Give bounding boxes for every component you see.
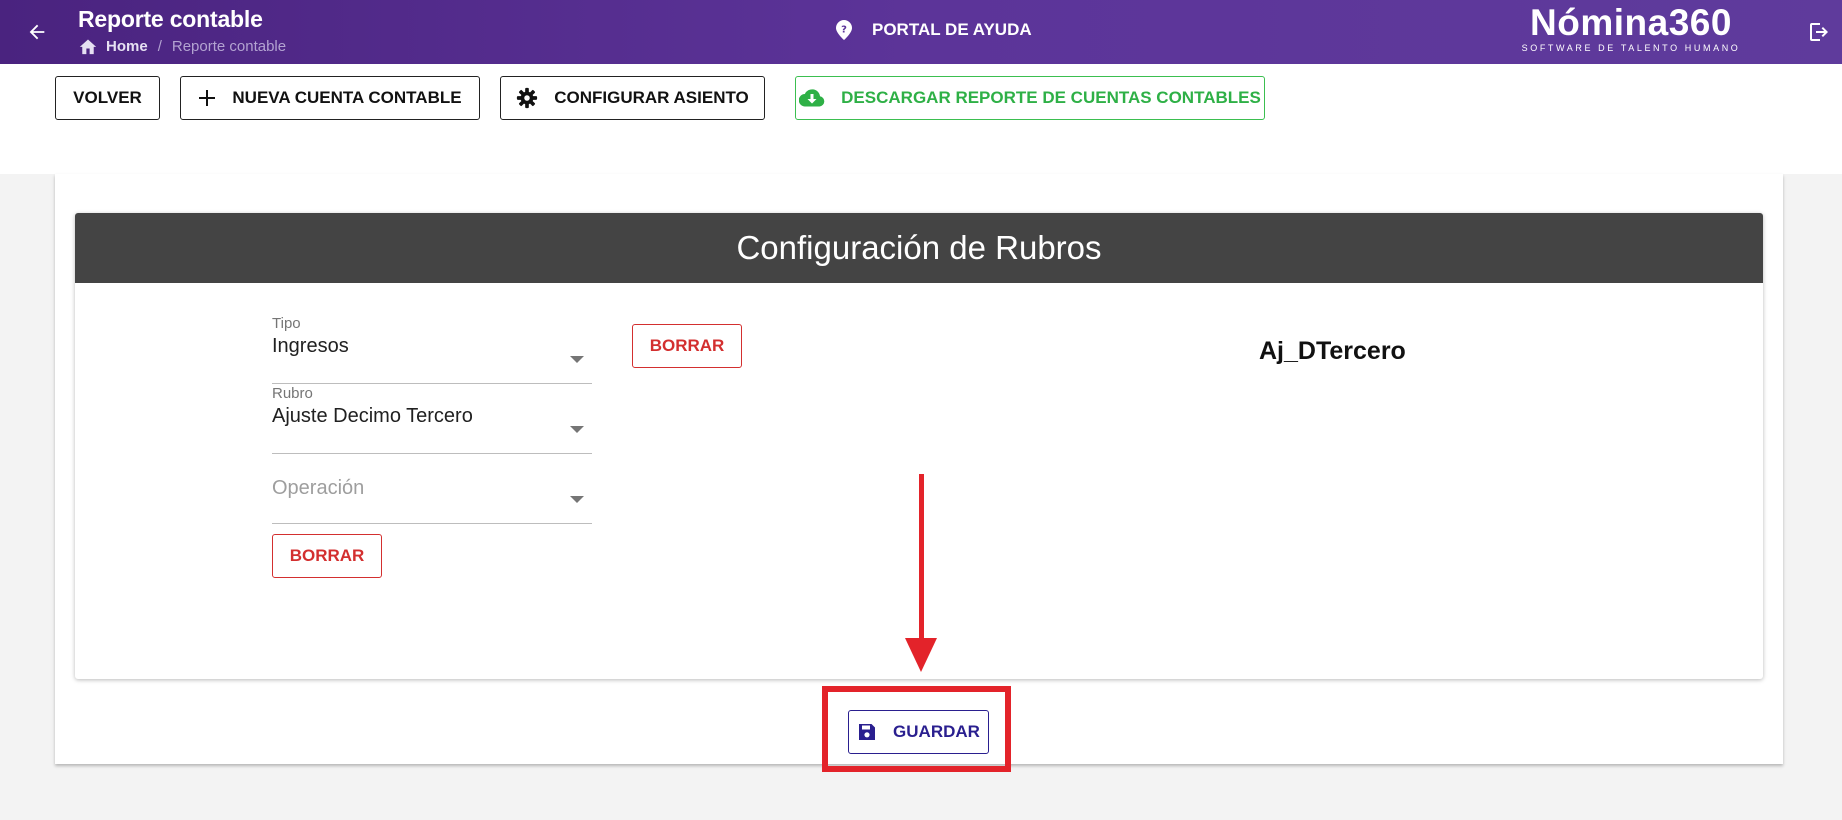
download-report-button[interactable]: DESCARGAR REPORTE DE CUENTAS CONTABLES <box>795 76 1265 120</box>
breadcrumb-current: Reporte contable <box>171 37 287 55</box>
operacion-placeholder: Operación <box>272 477 365 499</box>
action-toolbar: VOLVER NUEVA CUENTA CONTABLE CONFIGURAR … <box>0 64 1842 174</box>
help-portal-label: PORTAL DE AYUDA <box>872 20 1032 39</box>
new-account-button[interactable]: NUEVA CUENTA CONTABLE <box>180 76 480 120</box>
section-heading: Configuración de Rubros <box>75 213 1763 283</box>
delete-tipo-button[interactable]: BORRAR <box>632 324 742 368</box>
breadcrumb: Home / Reporte contable <box>78 37 286 55</box>
delete-operacion-label: BORRAR <box>289 546 365 565</box>
breadcrumb-home[interactable]: Home <box>78 37 148 55</box>
title-block: Reporte contable Home / Reporte contable <box>78 6 286 55</box>
delete-tipo-label: BORRAR <box>649 336 725 355</box>
tipo-value: Ingresos <box>272 335 349 357</box>
save-label: GUARDAR <box>893 722 980 741</box>
chevron-down-icon <box>570 356 584 363</box>
annotation-arrow-shaft <box>919 474 924 638</box>
back-button[interactable] <box>22 17 52 47</box>
plus-icon <box>199 90 216 106</box>
brand-logo: Nómina360 SOFTWARE DE TALENTO HUMANO <box>1516 2 1746 53</box>
rubro-select[interactable]: Rubro Ajuste Decimo Tercero <box>272 385 592 454</box>
home-icon <box>79 39 97 55</box>
help-portal-link[interactable]: ? PORTAL DE AYUDA <box>832 18 1032 42</box>
svg-text:?: ? <box>841 25 847 36</box>
configure-entry-button[interactable]: CONFIGURAR ASIENTO <box>500 76 765 120</box>
floppy-disk-icon <box>859 724 876 740</box>
cloud-download-icon <box>799 89 825 107</box>
chevron-down-icon <box>570 496 584 503</box>
arrow-left-icon <box>29 24 45 40</box>
page-title: Reporte contable <box>78 6 263 32</box>
rubro-label: Rubro <box>272 385 313 402</box>
save-button[interactable]: GUARDAR <box>848 710 989 754</box>
rubro-value: Ajuste Decimo Tercero <box>272 405 473 427</box>
breadcrumb-home-label: Home <box>106 37 148 55</box>
annotation-arrow-head <box>905 638 937 672</box>
back-to-list-button[interactable]: VOLVER <box>55 76 160 120</box>
rubro-code: Aj_DTercero <box>1259 337 1406 365</box>
chevron-down-icon <box>570 426 584 433</box>
logout-button[interactable] <box>1804 17 1834 47</box>
top-app-bar: Reporte contable Home / Reporte contable… <box>0 0 1842 64</box>
back-to-list-label: VOLVER <box>73 88 142 107</box>
new-account-label: NUEVA CUENTA CONTABLE <box>232 88 462 107</box>
logo-tagline: SOFTWARE DE TALENTO HUMANO <box>1521 43 1741 53</box>
operacion-select[interactable]: Operación <box>272 455 592 524</box>
configure-entry-label: CONFIGURAR ASIENTO <box>554 88 749 107</box>
logout-icon <box>1810 23 1828 41</box>
breadcrumb-separator: / <box>157 37 162 55</box>
download-report-label: DESCARGAR REPORTE DE CUENTAS CONTABLES <box>841 88 1261 107</box>
main-card: Configuración de Rubros Tipo Ingresos BO… <box>55 174 1783 764</box>
gear-icon <box>517 87 538 109</box>
help-circle-icon: ? <box>836 20 852 40</box>
tipo-select[interactable]: Tipo Ingresos <box>272 315 592 384</box>
logo-wordmark: Nómina360 <box>1530 2 1732 43</box>
delete-operacion-button[interactable]: BORRAR <box>272 534 382 578</box>
tipo-label: Tipo <box>272 315 301 332</box>
